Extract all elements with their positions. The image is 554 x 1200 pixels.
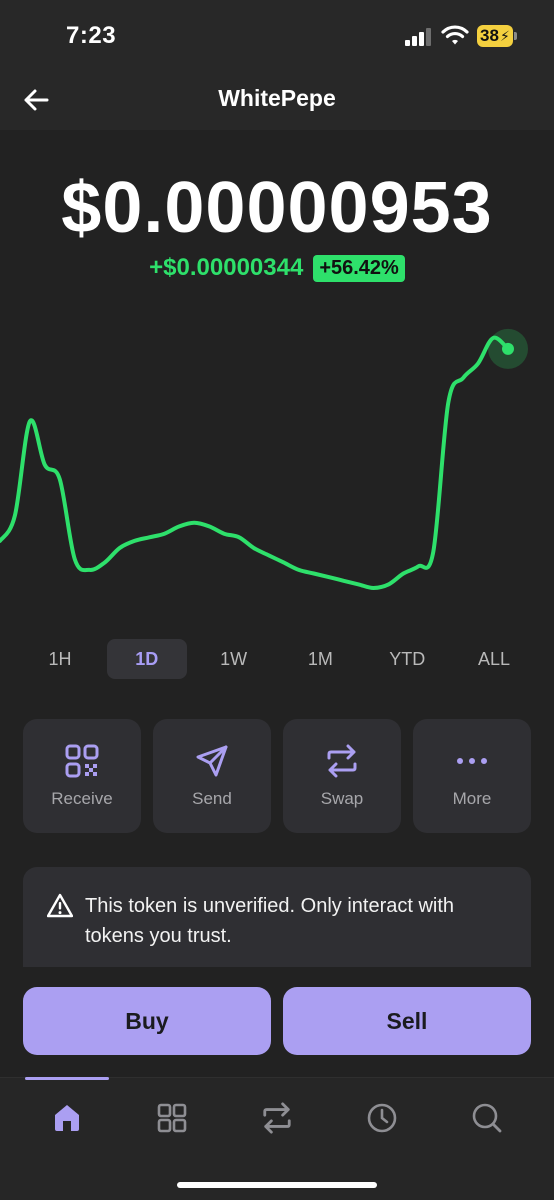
- warning-icon: [47, 893, 73, 918]
- battery-level: 38: [480, 26, 499, 45]
- search-icon: [472, 1103, 502, 1133]
- nav-home[interactable]: [45, 1096, 89, 1140]
- swap-label: Swap: [320, 789, 364, 808]
- warning-text: This token is unverified. Only interact …: [85, 895, 455, 947]
- more-label: More: [452, 789, 492, 808]
- more-button[interactable]: More: [413, 719, 531, 833]
- range-tab-1h[interactable]: 1H: [20, 639, 100, 679]
- price-chart[interactable]: [0, 320, 554, 610]
- more-icon: [454, 743, 490, 779]
- sell-button[interactable]: Sell: [283, 987, 531, 1055]
- buy-button[interactable]: Buy: [23, 987, 271, 1055]
- range-tab-1m[interactable]: 1M: [280, 639, 360, 679]
- price-change: +$0.00000344 +56.42%: [0, 254, 554, 282]
- nav-collectibles[interactable]: [150, 1096, 194, 1140]
- receive-button[interactable]: Receive: [23, 719, 141, 833]
- trade-buttons: Buy Sell: [23, 987, 531, 1055]
- swap-icon: [263, 1102, 291, 1134]
- wifi-icon: [441, 25, 469, 45]
- signal-icon: [405, 28, 431, 46]
- unverified-token-warning: This token is unverified. Only interact …: [23, 867, 531, 967]
- current-price-dot: [502, 342, 514, 355]
- page-title: WhitePepe: [218, 85, 336, 111]
- range-tab-ytd[interactable]: YTD: [367, 639, 447, 679]
- status-time: 7:23: [66, 22, 117, 49]
- qr-code-icon: [64, 743, 100, 779]
- grid-icon: [157, 1103, 187, 1133]
- home-icon: [55, 1105, 79, 1131]
- nav-activity[interactable]: [360, 1096, 404, 1140]
- clock-icon: [367, 1103, 397, 1133]
- nav-search[interactable]: [465, 1096, 509, 1140]
- send-button[interactable]: Send: [153, 719, 271, 833]
- nav-swap[interactable]: [255, 1096, 299, 1140]
- send-label: Send: [192, 789, 232, 808]
- price-change-amount: +$0.00000344: [149, 254, 304, 281]
- charging-icon: ⚡: [500, 28, 510, 44]
- header: WhitePepe: [0, 70, 554, 130]
- action-buttons: Receive Send Swap More: [23, 719, 531, 833]
- range-tab-1d[interactable]: 1D: [106, 639, 187, 679]
- time-range-selector: 1H 1D 1W 1M YTD ALL: [20, 639, 534, 679]
- status-bar: 7:23 38 ⚡: [0, 0, 554, 70]
- battery-indicator: 38 ⚡: [477, 25, 517, 47]
- token-price: $0.00000953: [61, 168, 493, 248]
- price-change-percent-badge: +56.42%: [313, 254, 405, 282]
- nav-active-indicator: [25, 1077, 109, 1080]
- swap-icon: [324, 743, 360, 779]
- swap-button[interactable]: Swap: [283, 719, 401, 833]
- home-indicator: [177, 1182, 377, 1188]
- send-icon: [194, 743, 230, 779]
- range-tab-all[interactable]: ALL: [454, 639, 534, 679]
- price-line: [0, 335, 510, 590]
- receive-label: Receive: [51, 789, 113, 808]
- range-tab-1w[interactable]: 1W: [194, 639, 274, 679]
